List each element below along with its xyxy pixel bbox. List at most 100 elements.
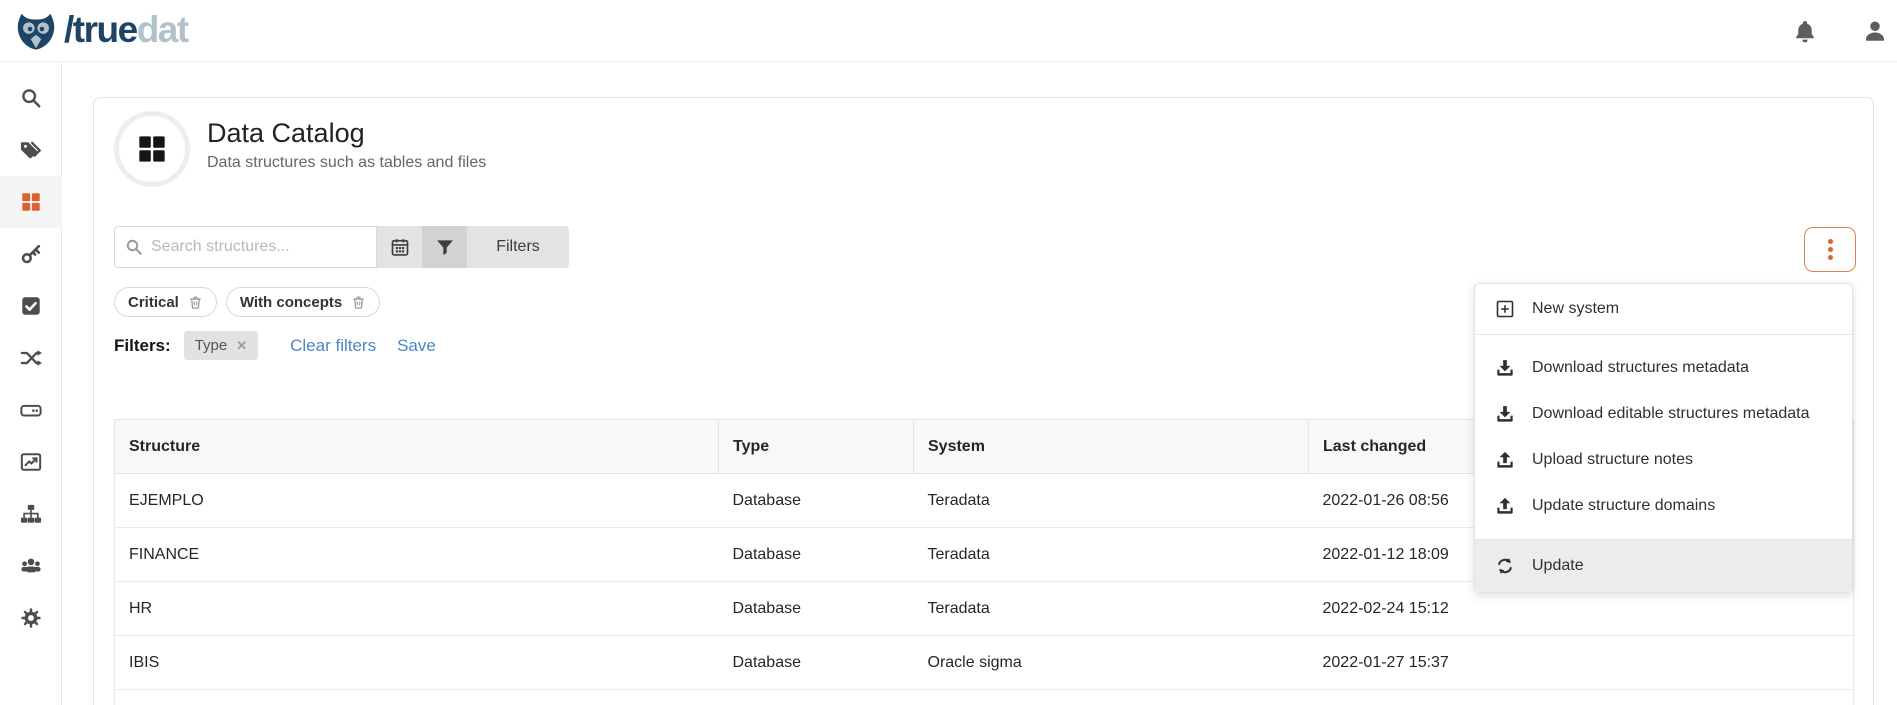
- calendar-button[interactable]: [377, 226, 422, 268]
- page-title: Data Catalog: [207, 118, 486, 149]
- sidebar-item-quality[interactable]: [0, 280, 62, 332]
- sidebar-item-settings[interactable]: [0, 592, 62, 644]
- sidebar-item-users[interactable]: [0, 540, 62, 592]
- cell-structure: HR: [115, 582, 719, 636]
- top-header: /truedat: [0, 0, 1897, 62]
- menu-item-label: New system: [1532, 300, 1619, 318]
- column-header-structure[interactable]: Structure: [115, 420, 719, 474]
- menu-item-download-structures-metadata[interactable]: Download structures metadata: [1475, 345, 1852, 391]
- owl-logo-icon: [13, 7, 59, 53]
- filter-funnel-button[interactable]: [422, 226, 467, 268]
- trash-icon[interactable]: [188, 295, 203, 310]
- menu-item-label: Update: [1532, 557, 1584, 575]
- kebab-dot: [1828, 255, 1833, 260]
- page-header: Data Catalog Data structures such as tab…: [114, 111, 486, 187]
- sidebar-item-tags[interactable]: [0, 124, 62, 176]
- applied-filter-label: Type: [195, 337, 228, 354]
- menu-item-upload-structure-notes[interactable]: Upload structure notes: [1475, 437, 1852, 483]
- menu-item-label: Download editable structures metadata: [1532, 405, 1810, 423]
- upload-icon: [1495, 450, 1515, 470]
- actions-kebab-button[interactable]: [1804, 227, 1856, 272]
- filters-label: Filters:: [114, 336, 171, 356]
- search-toolbar: Filters: [114, 226, 569, 268]
- calendar-icon: [390, 237, 410, 257]
- clear-filters-link[interactable]: Clear filters: [290, 336, 376, 356]
- page-subtitle: Data structures such as tables and files: [207, 154, 486, 172]
- menu-item-label: Upload structure notes: [1532, 451, 1693, 469]
- chart-line-icon: [20, 451, 42, 473]
- cell-structure: FINANCE: [115, 528, 719, 582]
- gear-icon: [20, 607, 42, 629]
- actions-dropdown-menu: New system Download structures metadata …: [1474, 283, 1853, 593]
- cell-system: Teradata: [914, 582, 1309, 636]
- sidebar-item-permissions[interactable]: [0, 228, 62, 280]
- logo-text-dark: /true: [64, 9, 137, 50]
- logo-text-light: dat: [137, 9, 188, 50]
- logo-text: /truedat: [64, 7, 188, 53]
- remove-filter-icon[interactable]: ✕: [236, 338, 247, 354]
- shuffle-icon: [20, 347, 42, 369]
- check-square-icon: [20, 295, 42, 317]
- plus-square-icon: [1495, 299, 1515, 319]
- search-input-wrap: [114, 226, 377, 268]
- column-header-type[interactable]: Type: [719, 420, 914, 474]
- download-icon: [1495, 358, 1515, 378]
- trash-icon[interactable]: [351, 295, 366, 310]
- download-icon: [1495, 404, 1515, 424]
- sidebar-item-dashboards[interactable]: [0, 436, 62, 488]
- cell-structure: IBIS: [115, 636, 719, 690]
- cell-type: Database: [719, 474, 914, 528]
- filters-button[interactable]: Filters: [467, 226, 569, 268]
- cell-type: Database: [719, 528, 914, 582]
- sidebar-item-taxonomy[interactable]: [0, 488, 62, 540]
- key-icon: [20, 243, 42, 265]
- users-icon: [20, 555, 42, 577]
- search-icon: [125, 238, 143, 256]
- sitemap-icon: [20, 503, 42, 525]
- upload-icon: [1495, 496, 1515, 516]
- chip-label: With concepts: [240, 294, 342, 311]
- sidebar-item-lineage[interactable]: [0, 332, 62, 384]
- catalog-avatar: [114, 111, 190, 187]
- cell-type: Database: [719, 582, 914, 636]
- truedat-logo[interactable]: /truedat: [13, 7, 188, 53]
- sidebar-item-data-catalog[interactable]: [0, 176, 62, 228]
- menu-item-new-system[interactable]: New system: [1475, 284, 1852, 334]
- search-input[interactable]: [151, 238, 366, 256]
- kebab-dot: [1828, 239, 1833, 244]
- chip-label: Critical: [128, 294, 179, 311]
- table-row[interactable]: IBIS Database Oracle sigma 2022-01-27 15…: [115, 636, 1854, 690]
- sidebar-item-systems[interactable]: [0, 384, 62, 436]
- cell-system: Teradata: [914, 528, 1309, 582]
- search-icon: [20, 87, 42, 109]
- cell-system: Oracle sigma: [914, 636, 1309, 690]
- menu-item-label: Download structures metadata: [1532, 359, 1749, 377]
- sidebar-nav: [0, 63, 62, 705]
- cell-last-changed: 2022-01-27 15:37: [1309, 636, 1854, 690]
- notifications-bell-icon[interactable]: [1792, 18, 1818, 44]
- tags-icon: [20, 139, 42, 161]
- applied-filters-bar: Filters: Type ✕ Clear filters Save: [114, 331, 436, 360]
- data-catalog-card: Data Catalog Data structures such as tab…: [93, 97, 1874, 705]
- grid-icon: [136, 133, 168, 165]
- menu-item-download-editable-structures-metadata[interactable]: Download editable structures metadata: [1475, 391, 1852, 437]
- sidebar-item-search[interactable]: [0, 72, 62, 124]
- filter-chips-row: Critical With concepts: [114, 287, 380, 317]
- save-filters-link[interactable]: Save: [397, 336, 436, 356]
- filter-chip-with-concepts[interactable]: With concepts: [226, 287, 380, 317]
- table-row-partial: [115, 690, 1854, 705]
- menu-item-update-structure-domains[interactable]: Update structure domains: [1475, 483, 1852, 529]
- grid-icon: [20, 191, 42, 213]
- column-header-system[interactable]: System: [914, 420, 1309, 474]
- user-profile-icon[interactable]: [1862, 18, 1888, 44]
- sync-icon: [1495, 556, 1515, 576]
- menu-group-transfer: Download structures metadata Download ed…: [1475, 335, 1852, 539]
- menu-item-update[interactable]: Update: [1475, 540, 1852, 592]
- filter-chip-critical[interactable]: Critical: [114, 287, 217, 317]
- kebab-dot: [1828, 247, 1833, 252]
- cell-system: Teradata: [914, 474, 1309, 528]
- menu-item-label: Update structure domains: [1532, 497, 1715, 515]
- applied-filter-type[interactable]: Type ✕: [184, 331, 258, 360]
- cell-structure: EJEMPLO: [115, 474, 719, 528]
- hard-drive-icon: [20, 399, 42, 421]
